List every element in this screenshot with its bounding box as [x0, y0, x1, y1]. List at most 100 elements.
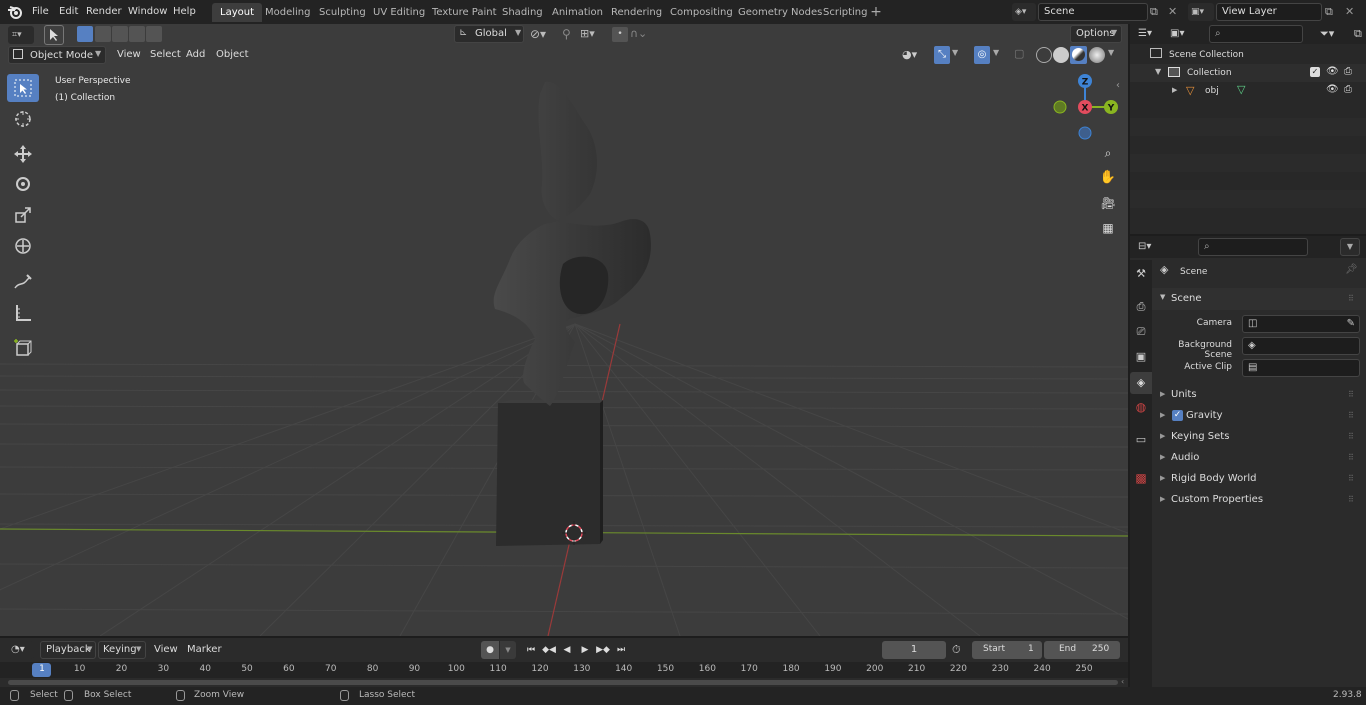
select-mode-intersect-icon[interactable]	[146, 26, 162, 42]
mode-dropdown[interactable]: Object Mode ▼	[8, 46, 106, 64]
tab-compositing[interactable]: Compositing	[662, 3, 741, 22]
timeline-collapse-icon[interactable]: ‹	[1121, 677, 1124, 686]
drag-handle-icon[interactable]: ⠿	[1348, 405, 1355, 426]
play-icon[interactable]: ▶	[576, 641, 594, 659]
timeline-menu-marker[interactable]: Marker	[187, 641, 222, 659]
active-clip-field[interactable]: ▤	[1242, 359, 1360, 377]
orientation-dropdown[interactable]: ⊾ Global ▼	[454, 25, 524, 43]
render-tab-icon[interactable]: ⎙	[1133, 300, 1149, 316]
rigid-body-world-panel[interactable]: ▶ Rigid Body World ⠿	[1152, 468, 1366, 489]
drag-handle-icon[interactable]: ⠿	[1348, 468, 1355, 489]
texture-tab-icon[interactable]: ▩	[1133, 471, 1149, 487]
tab-modeling[interactable]: Modeling	[257, 3, 319, 22]
keying-sets-panel[interactable]: ▶ Keying Sets ⠿	[1152, 426, 1366, 447]
delete-view-layer-icon[interactable]: ✕	[1345, 4, 1357, 20]
overlays-toggle-icon[interactable]: ◎	[974, 46, 990, 64]
pedestal-object[interactable]	[496, 400, 603, 546]
timeline-scrollbar[interactable]	[8, 680, 1118, 685]
pan-hand-icon[interactable]: ✋	[1097, 167, 1119, 189]
camera-field[interactable]: ◫ ✎	[1242, 315, 1360, 333]
material-preview-shading-icon[interactable]	[1070, 46, 1087, 64]
tab-rendering[interactable]: Rendering	[603, 3, 670, 22]
eye-icon[interactable]: 👁︎	[1326, 84, 1339, 95]
current-frame-field[interactable]: 1	[882, 641, 946, 659]
new-scene-icon[interactable]: ⧉	[1150, 4, 1164, 20]
tab-animation[interactable]: Animation	[544, 3, 611, 22]
filter-icon[interactable]: ⏷▾	[1320, 26, 1346, 42]
properties-search-input[interactable]: ⌕	[1198, 238, 1308, 256]
scene-browse-icon[interactable]: ◈▾	[1012, 3, 1036, 21]
perspective-toggle-icon[interactable]: ▦	[1097, 217, 1119, 239]
menu-window[interactable]: Window	[123, 3, 172, 21]
add-workspace-icon[interactable]: +	[869, 4, 883, 20]
rotate-tool-icon[interactable]	[7, 170, 39, 198]
move-tool-icon[interactable]	[7, 140, 39, 168]
units-panel[interactable]: ▶ Units ⠿	[1152, 384, 1366, 405]
gravity-panel[interactable]: ▶ ✓ Gravity ⠿	[1152, 405, 1366, 426]
play-reverse-icon[interactable]: ◀	[558, 641, 576, 659]
camera-view-icon[interactable]: 🎥︎	[1097, 192, 1119, 214]
expand-obj-icon[interactable]: ▶	[1172, 86, 1177, 94]
expand-collection-icon[interactable]: ▼	[1155, 67, 1161, 76]
outliner-row-scene-collection[interactable]: Scene Collection	[1130, 46, 1366, 64]
sculpture-object[interactable]	[493, 81, 651, 406]
select-mode-subtract-icon[interactable]	[112, 26, 128, 42]
view-layer-field[interactable]: View Layer	[1216, 3, 1322, 21]
transform-tool-icon[interactable]	[7, 232, 39, 260]
outliner-editor-type-icon[interactable]: ☰▾	[1138, 26, 1164, 42]
properties-editor-type-icon[interactable]: ⊟▾	[1138, 239, 1164, 255]
prev-keyframe-icon[interactable]: ◆◀	[540, 641, 558, 659]
audio-panel[interactable]: ▶ Audio ⠿	[1152, 447, 1366, 468]
chevron-down-icon[interactable]: ▼	[500, 641, 516, 659]
tab-layout[interactable]: Layout	[212, 3, 262, 22]
navigation-gizmo[interactable]: Z Y X	[1050, 72, 1120, 142]
view-layer-browse-icon[interactable]: ▣▾	[1188, 3, 1214, 21]
tab-scripting[interactable]: Scripting	[815, 3, 875, 22]
outliner-row-collection[interactable]: ▼ Collection ✓ 👁︎ ⎙	[1130, 64, 1366, 82]
outliner-search-input[interactable]: ⌕	[1209, 25, 1303, 43]
zoom-icon[interactable]: ⌕	[1097, 142, 1119, 164]
rendered-shading-icon[interactable]	[1089, 47, 1105, 63]
chevron-down-icon[interactable]: ▼	[1340, 238, 1360, 256]
menu-edit[interactable]: Edit	[54, 3, 83, 21]
options-dropdown[interactable]: Options ▼	[1070, 25, 1122, 43]
custom-properties-panel[interactable]: ▶ Custom Properties ⠿	[1152, 489, 1366, 510]
start-frame-field[interactable]: Start 1	[972, 641, 1042, 659]
timeline-editor-type-icon[interactable]: ◔▾	[8, 641, 34, 659]
select-box-tool-icon[interactable]	[7, 74, 39, 102]
keying-dropdown[interactable]: Keying ▼	[98, 641, 146, 659]
blender-logo-icon[interactable]	[6, 4, 24, 20]
record-icon[interactable]: ●	[481, 641, 499, 659]
end-frame-field[interactable]: End 250	[1044, 641, 1120, 659]
stopwatch-icon[interactable]: ⏱	[952, 641, 970, 659]
new-collection-icon[interactable]: ⧉	[1354, 26, 1366, 42]
collapse-sidebar-icon[interactable]: ‹	[1116, 80, 1120, 91]
drag-handle-icon[interactable]: ⠿	[1348, 489, 1355, 510]
3d-viewport[interactable]: Object Mode ▼ View Select Add Object ⌗▾ …	[0, 24, 1128, 636]
viewport-menu-select[interactable]: Select	[150, 46, 181, 64]
scene-tab-icon[interactable]: ◈	[1130, 372, 1152, 394]
measure-tool-icon[interactable]	[7, 299, 39, 327]
camera-render-icon[interactable]: ⎙	[1344, 84, 1352, 95]
pivot-point-icon[interactable]: ⊘▾	[530, 25, 556, 43]
active-tool-icon[interactable]	[44, 25, 64, 45]
menu-render[interactable]: Render	[81, 3, 127, 21]
collection-tab-icon[interactable]: ▭	[1133, 433, 1149, 449]
snap-icon[interactable]: ⚲	[562, 25, 578, 43]
delete-scene-icon[interactable]: ✕	[1168, 4, 1180, 20]
output-tab-icon[interactable]: ⎚	[1133, 325, 1149, 341]
select-mode-new-icon[interactable]	[77, 26, 93, 42]
outliner-row-obj[interactable]: ▶ ▽ obj ▽ 👁︎ ⎙	[1130, 82, 1366, 100]
snap-target-icon[interactable]: ⊞▾	[580, 25, 606, 43]
pin-icon[interactable]: 📌︎	[1345, 264, 1358, 275]
scale-tool-icon[interactable]	[7, 201, 39, 229]
viewport-menu-view[interactable]: View	[117, 46, 141, 64]
visibility-icon[interactable]: ◕▾	[902, 46, 928, 64]
exclude-checkbox[interactable]: ✓	[1310, 67, 1320, 77]
chevron-down-icon[interactable]: ▼	[952, 48, 958, 57]
gizmo-toggle-icon[interactable]: ⤡	[934, 46, 950, 64]
background-scene-field[interactable]: ◈	[1242, 337, 1360, 355]
drag-handle-icon[interactable]: ⠿	[1348, 426, 1355, 447]
tab-shading[interactable]: Shading	[494, 3, 551, 22]
world-tab-icon[interactable]: ◍	[1133, 400, 1149, 416]
